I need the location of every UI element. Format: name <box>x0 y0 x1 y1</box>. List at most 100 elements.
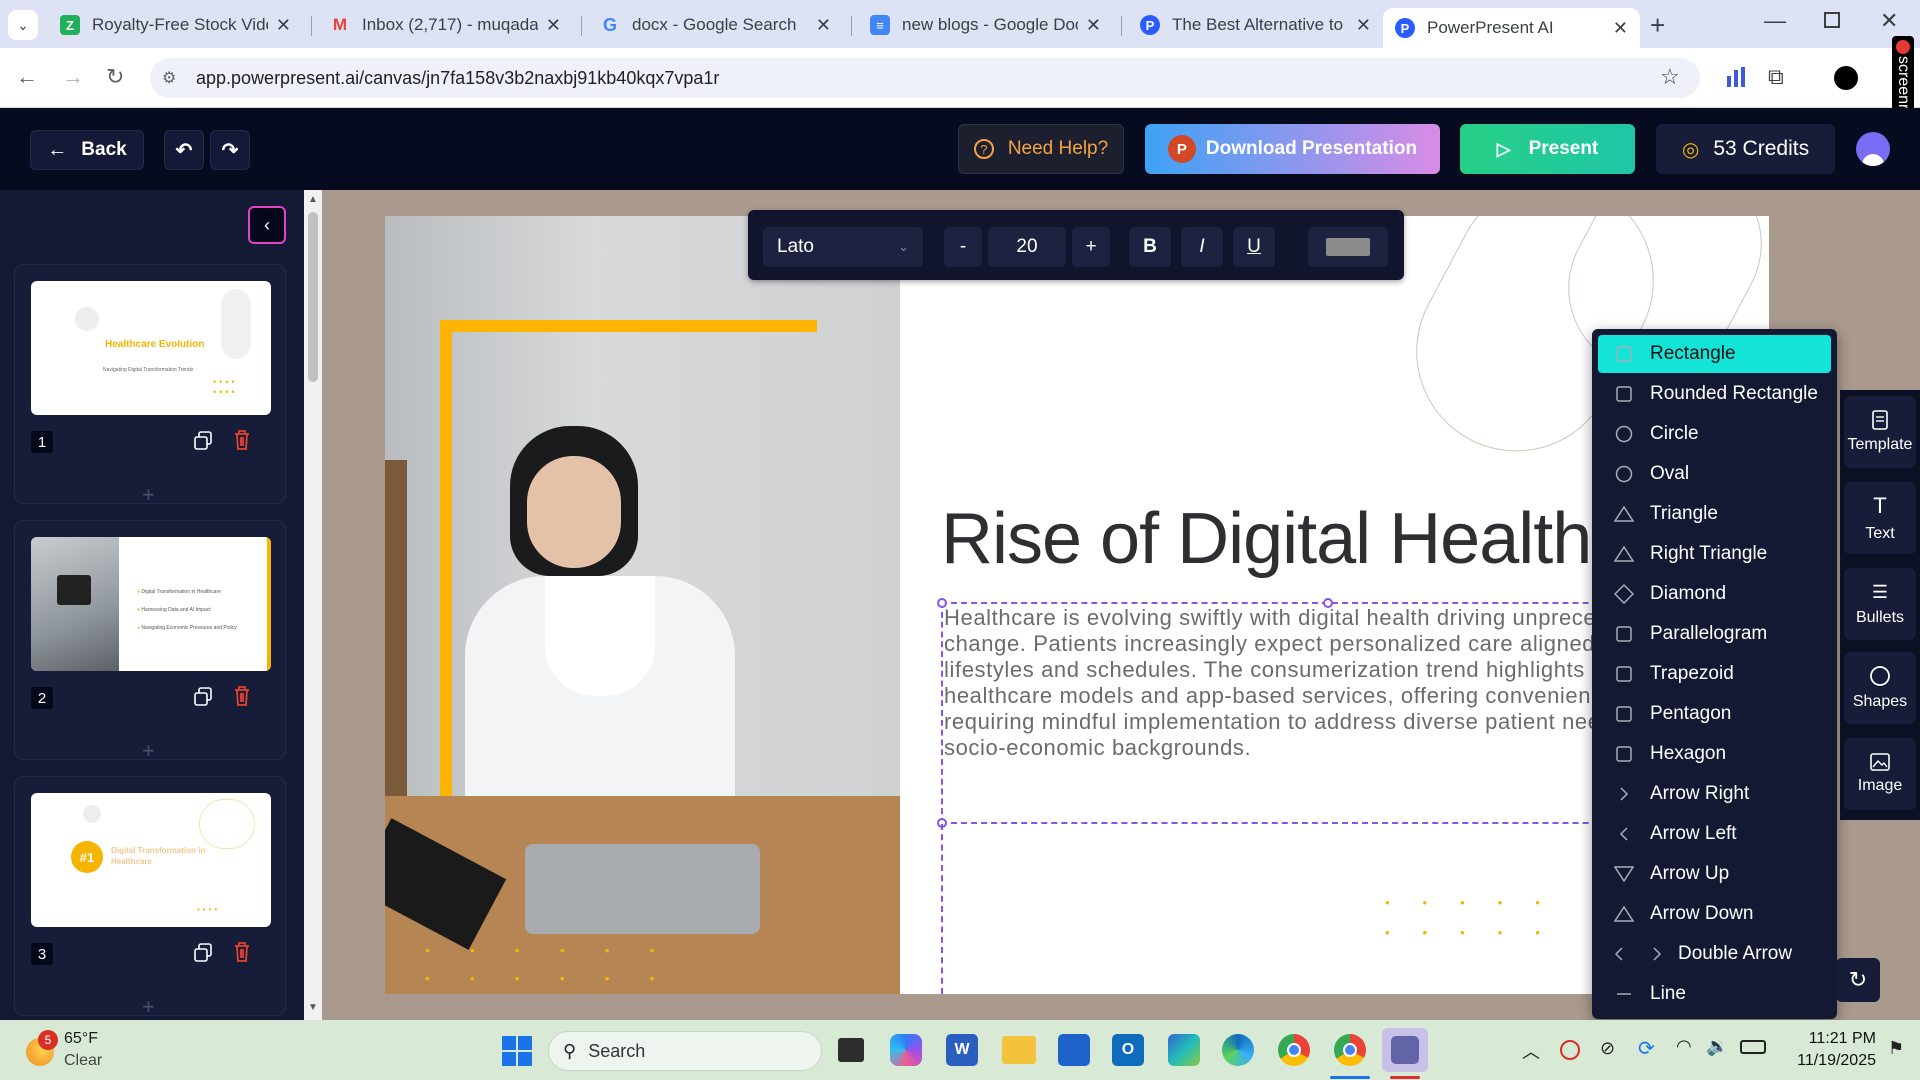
chevron-up-icon[interactable]: ︿ <box>1522 1038 1540 1064</box>
tray-monitor-icon[interactable]: ⊘ <box>1600 1038 1615 1059</box>
word-icon[interactable]: W <box>946 1034 978 1066</box>
shape-option-parallelogram[interactable]: Parallelogram <box>1598 615 1831 653</box>
delete-icon[interactable] <box>233 429 251 451</box>
slide-title[interactable]: Rise of Digital Health <box>941 498 1592 580</box>
windows-start-icon[interactable] <box>502 1036 532 1066</box>
chrome-icon[interactable] <box>1278 1034 1310 1066</box>
shape-option-hexagon[interactable]: Hexagon <box>1598 735 1831 773</box>
extension-chart-icon[interactable] <box>1726 66 1746 88</box>
delete-icon[interactable] <box>233 941 251 963</box>
slide-card-3[interactable]: #1 Digital Transformation in Healthcare … <box>14 776 286 1016</box>
copilot-icon[interactable] <box>890 1034 922 1066</box>
shape-option-arrow-up[interactable]: Arrow Up <box>1598 855 1831 893</box>
shape-option-rounded-rectangle[interactable]: Rounded Rectangle <box>1598 375 1831 413</box>
slide-thumbnail-3[interactable]: #1 Digital Transformation in Healthcare … <box>31 793 271 927</box>
shape-option-circle[interactable]: Circle <box>1598 415 1831 453</box>
redo-button[interactable]: ↷ <box>210 130 250 170</box>
reset-view-button[interactable]: ↻ <box>1836 958 1880 1002</box>
font-family-select[interactable]: Lato ⌄ <box>763 227 923 267</box>
shape-option-line[interactable]: Line <box>1598 975 1831 1013</box>
font-size-input[interactable]: 20 <box>988 227 1066 267</box>
resize-handle[interactable] <box>937 598 947 608</box>
scrollbar-thumb[interactable] <box>308 212 318 382</box>
window-close-icon[interactable]: ✕ <box>1880 8 1898 34</box>
close-icon[interactable]: ✕ <box>1086 15 1101 36</box>
bold-button[interactable]: B <box>1129 227 1171 267</box>
sync-icon[interactable]: ⟳ <box>1638 1036 1655 1061</box>
shape-option-arrow-down[interactable]: Arrow Down <box>1598 895 1831 933</box>
user-avatar[interactable] <box>1856 132 1890 166</box>
close-icon[interactable]: ✕ <box>816 15 831 36</box>
teams-icon[interactable] <box>1382 1028 1428 1072</box>
shape-option-diamond[interactable]: Diamond <box>1598 575 1831 613</box>
edge-icon[interactable] <box>1222 1034 1254 1066</box>
outlook-icon[interactable]: O <box>1112 1034 1144 1066</box>
shape-option-arrow-left[interactable]: Arrow Left <box>1598 815 1831 853</box>
decrease-size-button[interactable]: - <box>944 227 982 267</box>
present-button[interactable]: ▷ Present <box>1460 124 1635 174</box>
bullets-tool-button[interactable]: ☰ Bullets <box>1844 568 1916 640</box>
shape-option-arrow-right[interactable]: Arrow Right <box>1598 775 1831 813</box>
tab-search-dropdown-icon[interactable]: ⌄ <box>8 10 38 40</box>
close-icon[interactable]: ✕ <box>546 15 561 36</box>
undo-button[interactable]: ↶ <box>164 130 204 170</box>
back-button[interactable]: ← Back <box>30 130 144 170</box>
shape-option-rectangle[interactable]: Rectangle <box>1598 335 1831 373</box>
slide-canvas[interactable]: •••••• •••••• ••••• ••••• Rise of Digital … <box>385 216 1769 994</box>
add-slide-icon[interactable]: + <box>142 738 155 764</box>
duplicate-icon[interactable] <box>193 687 213 707</box>
increase-size-button[interactable]: + <box>1072 227 1110 267</box>
text-tool-button[interactable]: T Text <box>1844 482 1916 554</box>
shape-option-double-arrow[interactable]: Double Arrow <box>1598 935 1831 973</box>
template-tool-button[interactable]: Template <box>1844 396 1916 468</box>
add-slide-icon[interactable]: + <box>142 482 155 508</box>
scroll-down-icon[interactable]: ▼ <box>308 1002 318 1013</box>
close-icon[interactable]: ✕ <box>1613 18 1628 39</box>
taskbar-search[interactable]: ⚲ Search <box>548 1031 822 1071</box>
tab-inbox[interactable]: M Inbox (2,717) - muqadasib ✕ <box>318 8 573 42</box>
chrome-profile-icon[interactable] <box>1334 1034 1366 1066</box>
tab-royalty-free[interactable]: Z Royalty-Free Stock Videos ✕ <box>48 8 303 42</box>
shapes-tool-button[interactable]: Shapes <box>1844 652 1916 724</box>
reload-icon[interactable]: ↻ <box>106 64 124 90</box>
tab-powerpresent-active[interactable]: P PowerPresent AI ✕ <box>1383 8 1640 48</box>
bookmark-star-icon[interactable]: ☆ <box>1660 64 1680 90</box>
slide-card-2[interactable]: ● Digital Transformation in Healthcare ●… <box>14 520 286 760</box>
tray-app-icon[interactable] <box>1560 1040 1580 1060</box>
text-color-button[interactable] <box>1308 227 1388 267</box>
scroll-up-icon[interactable]: ▲ <box>308 194 318 205</box>
task-view-icon[interactable] <box>838 1038 864 1062</box>
duplicate-icon[interactable] <box>193 431 213 451</box>
file-explorer-icon[interactable] <box>1002 1036 1036 1064</box>
tab-best-alternative[interactable]: P The Best Alternative to Tom ✕ <box>1128 8 1383 42</box>
store-icon[interactable] <box>1058 1034 1090 1066</box>
weather-widget[interactable]: 5 <box>22 1030 58 1068</box>
url-text[interactable]: app.powerpresent.ai/canvas/jn7fa158v3b2n… <box>196 68 719 89</box>
notification-bell-icon[interactable]: ⚑ <box>1888 1038 1904 1059</box>
volume-icon[interactable]: 🔉 <box>1706 1036 1728 1057</box>
shape-option-pentagon[interactable]: Pentagon <box>1598 695 1831 733</box>
address-bar[interactable]: ⚙ app.powerpresent.ai/canvas/jn7fa158v3b… <box>150 58 1700 98</box>
minimize-icon[interactable]: — <box>1764 8 1786 34</box>
duplicate-icon[interactable] <box>193 943 213 963</box>
wifi-icon[interactable]: ◠ <box>1676 1036 1692 1057</box>
tab-google-search[interactable]: G docx - Google Search ✕ <box>588 8 843 42</box>
close-icon[interactable]: ✕ <box>276 15 291 36</box>
battery-icon[interactable] <box>1740 1040 1766 1054</box>
doctor-photo[interactable]: •••••• •••••• <box>385 216 900 994</box>
need-help-button[interactable]: ? Need Help? <box>958 124 1124 174</box>
slide-body-text[interactable]: Healthcare is evolving swiftly with digi… <box>943 604 1703 761</box>
maximize-icon[interactable] <box>1824 12 1840 28</box>
forward-arrow-icon[interactable]: → <box>62 64 84 90</box>
underline-button[interactable]: U <box>1233 227 1275 267</box>
shape-option-oval[interactable]: Oval <box>1598 455 1831 493</box>
m365-icon[interactable] <box>1168 1034 1200 1066</box>
delete-icon[interactable] <box>233 685 251 707</box>
profile-avatar[interactable] <box>1834 66 1858 90</box>
slide-thumbnail-1[interactable]: Healthcare Evolution Navigating Digital … <box>31 281 271 415</box>
sidebar-scrollbar[interactable]: ▲ ▼ <box>304 190 322 1020</box>
resize-handle[interactable] <box>1323 598 1333 608</box>
download-presentation-button[interactable]: P Download Presentation <box>1145 124 1440 174</box>
clock-date[interactable]: 11/19/2025 <box>1786 1052 1876 1070</box>
add-slide-icon[interactable]: + <box>142 994 155 1020</box>
